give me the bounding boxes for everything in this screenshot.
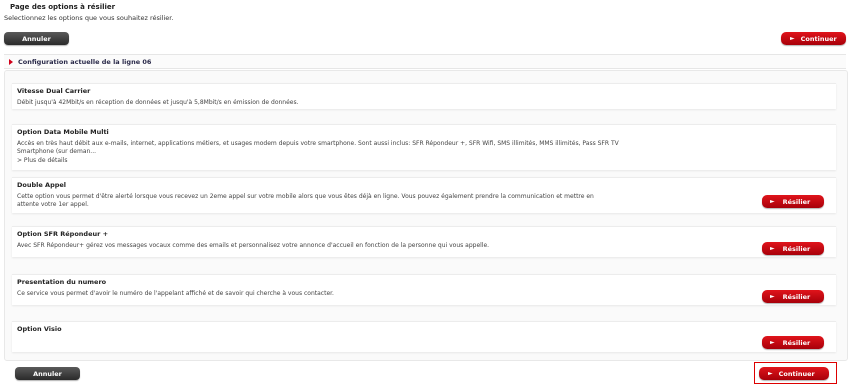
resilier-label: Résilier — [782, 197, 811, 206]
option-title: Option Visio — [17, 325, 62, 333]
annuler-label: Annuler — [33, 369, 62, 378]
options-panel — [4, 70, 848, 361]
page-title: Page des options à résilier — [10, 3, 116, 11]
arrow-right-icon — [9, 58, 13, 65]
option-description: Accès en très haut débit aux e-mails, in… — [17, 140, 619, 155]
continuer-button-top[interactable]: ► Continuer — [781, 32, 846, 45]
resilier-button-sfr-repondeur[interactable]: ► Résilier — [762, 242, 824, 255]
option-card-presentation-numero: Presentation du numero Ce service vous p… — [12, 274, 836, 305]
option-card-sfr-repondeur: Option SFR Répondeur + Avec SFR Répondeu… — [12, 226, 836, 257]
section-header[interactable]: Configuration actuelle de la ligne 06 — [4, 54, 846, 69]
chevron-right-icon: ► — [770, 293, 775, 300]
chevron-right-icon: ► — [768, 370, 773, 377]
page-subtitle: Selectionnez les options que vous souhai… — [4, 14, 174, 22]
chevron-right-icon: ► — [770, 245, 775, 252]
chevron-right-icon: ► — [770, 198, 775, 205]
more-details-link[interactable]: > Plus de détails — [17, 157, 67, 164]
resilier-button-presentation-numero[interactable]: ► Résilier — [762, 290, 824, 303]
option-description: Débit jusqu'à 42Mbit/s en réception de d… — [17, 99, 299, 106]
resilier-button-double-appel[interactable]: ► Résilier — [762, 195, 824, 208]
annuler-label: Annuler — [22, 34, 51, 43]
option-title: Presentation du numero — [17, 278, 107, 286]
continuer-label: Continuer — [800, 34, 837, 43]
continuer-button-bottom[interactable]: ► Continuer — [759, 367, 829, 380]
continuer-label: Continuer — [778, 369, 815, 378]
option-title: Vitesse Dual Carrier — [17, 87, 91, 95]
option-title: Option SFR Répondeur + — [17, 230, 109, 238]
option-title: Option Data Mobile Multi — [17, 128, 109, 136]
section-title: Configuration actuelle de la ligne 06 — [18, 57, 152, 66]
resilier-label: Résilier — [782, 292, 811, 301]
resilier-button-visio[interactable]: ► Résilier — [762, 336, 824, 349]
option-description: Avec SFR Répondeur+ gérez vos messages v… — [17, 242, 490, 249]
annuler-button-bottom[interactable]: Annuler — [15, 367, 80, 380]
option-description: Cette option vous permet d'être alerté l… — [17, 193, 594, 208]
option-card-visio: Option Visio ► Résilier — [12, 321, 836, 352]
option-card-double-appel: Double Appel Cette option vous permet d'… — [12, 177, 836, 213]
option-card-vitesse-dual-carrier: Vitesse Dual Carrier Débit jusqu'à 42Mbi… — [12, 83, 836, 109]
resilier-label: Résilier — [782, 338, 811, 347]
annuler-button-top[interactable]: Annuler — [4, 32, 69, 45]
chevron-right-icon: ► — [790, 35, 795, 42]
option-description: Ce service vous permet d'avoir le numéro… — [17, 290, 334, 297]
option-title: Double Appel — [17, 181, 67, 189]
option-card-data-mobile-multi: Option Data Mobile Multi Accès en très h… — [12, 124, 836, 170]
chevron-right-icon: ► — [770, 339, 775, 346]
resilier-label: Résilier — [782, 244, 811, 253]
